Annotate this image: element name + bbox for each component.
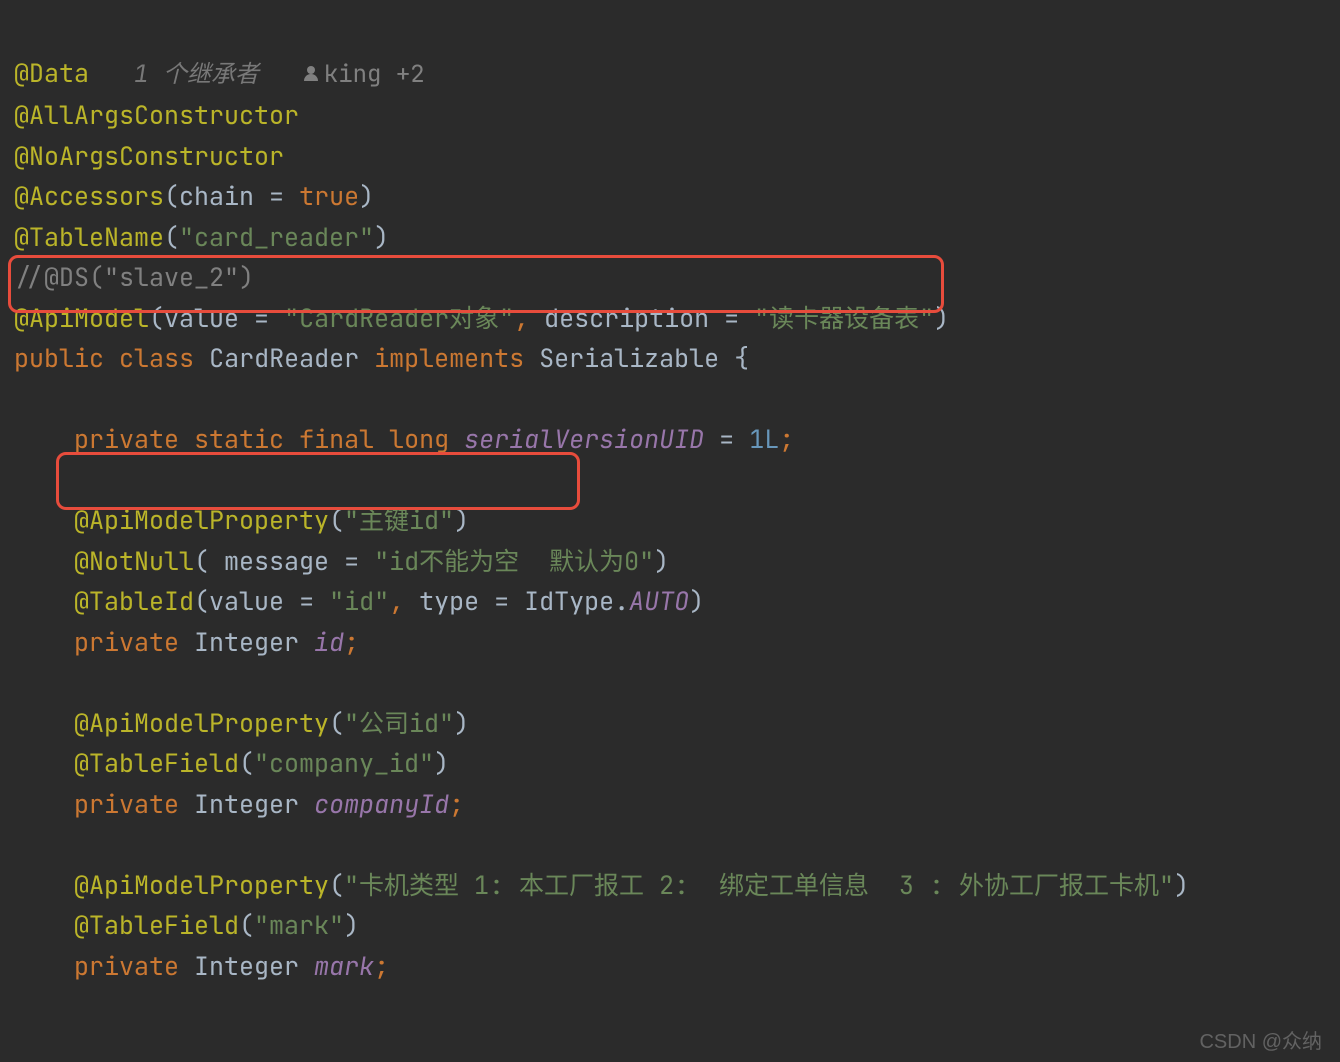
annotation-notnull: @NotNull [74, 544, 194, 578]
annotation-tablefield2: @TableField [74, 908, 239, 942]
idtype-auto: AUTO [629, 584, 689, 618]
field-id: id [314, 625, 344, 659]
idtype-class: IdType [524, 584, 614, 618]
annotation-tablefield1: @TableField [74, 746, 239, 780]
comment-ds: //@DS("slave_2") [14, 260, 254, 294]
apimodel-k1: value [164, 301, 239, 335]
watermark: CSDN @众纳 [1199, 1025, 1322, 1054]
apimodel-v2: "读卡器设备表" [754, 301, 934, 335]
class-name: CardReader [209, 341, 359, 375]
annotation-apimodel: @ApiModel [14, 301, 149, 335]
kw-private1: private [74, 422, 179, 456]
kw-private2: private [74, 625, 179, 659]
author-hint[interactable]: king +2 [304, 59, 425, 90]
apimodelprop3-string: "卡机类型 1: 本工厂报工 2: 绑定工单信息 3 : 外协工厂报工卡机" [344, 868, 1174, 902]
kw-class: class [119, 341, 194, 375]
kw-private4: private [74, 949, 179, 983]
annotation-apimodelprop3: @ApiModelProperty [74, 868, 329, 902]
type-integer3: Integer [194, 949, 299, 983]
annotation-tableid: @TableId [74, 584, 194, 618]
inheritors-hint[interactable]: 1 个继承者 [134, 59, 259, 90]
user-icon [304, 66, 318, 80]
tablefield2-string: "mark" [254, 908, 344, 942]
type-long: long [389, 422, 449, 456]
kw-private3: private [74, 787, 179, 821]
field-mark: mark [314, 949, 374, 983]
tablename-string: "card_reader" [179, 220, 374, 254]
kw-public: public [14, 341, 104, 375]
type-integer2: Integer [194, 787, 299, 821]
annotation-noargs: @NoArgsConstructor [14, 139, 284, 173]
type-integer1: Integer [194, 625, 299, 659]
kw-implements: implements [374, 341, 524, 375]
annotation-accessors: @Accessors [14, 179, 164, 213]
serial-uid: serialVersionUID [464, 422, 704, 456]
code-editor[interactable]: @Data 1 个继承者 king +2 @AllArgsConstructor… [0, 0, 1340, 998]
annotation-apimodelprop1: @ApiModelProperty [74, 503, 329, 537]
apimodel-k2: description [544, 301, 709, 335]
tableid-k2: type [419, 584, 479, 618]
tableid-v1: "id" [329, 584, 389, 618]
annotation-apimodelprop2: @ApiModelProperty [74, 706, 329, 740]
iface-name: Serializable [539, 341, 719, 375]
apimodelprop2-string: "公司id" [344, 706, 454, 740]
author-text: king +2 [324, 59, 425, 90]
kw-static: static [194, 422, 284, 456]
tableid-k1: value [209, 584, 284, 618]
annotation-tablename: @TableName [14, 220, 164, 254]
accessors-key: chain [179, 179, 254, 213]
apimodelprop1-string: "主键id" [344, 503, 454, 537]
notnull-val: "id不能为空 默认为0" [374, 544, 654, 578]
accessors-val: true [299, 179, 359, 213]
serial-val: 1L [749, 422, 779, 456]
field-companyid: companyId [314, 787, 449, 821]
notnull-key: message [224, 544, 329, 578]
kw-final: final [299, 422, 374, 456]
annotation-data: @Data [14, 56, 89, 90]
tablefield1-string: "company_id" [254, 746, 434, 780]
apimodel-v1: "CardReader对象" [284, 301, 514, 335]
annotation-allargs: @AllArgsConstructor [14, 98, 299, 132]
